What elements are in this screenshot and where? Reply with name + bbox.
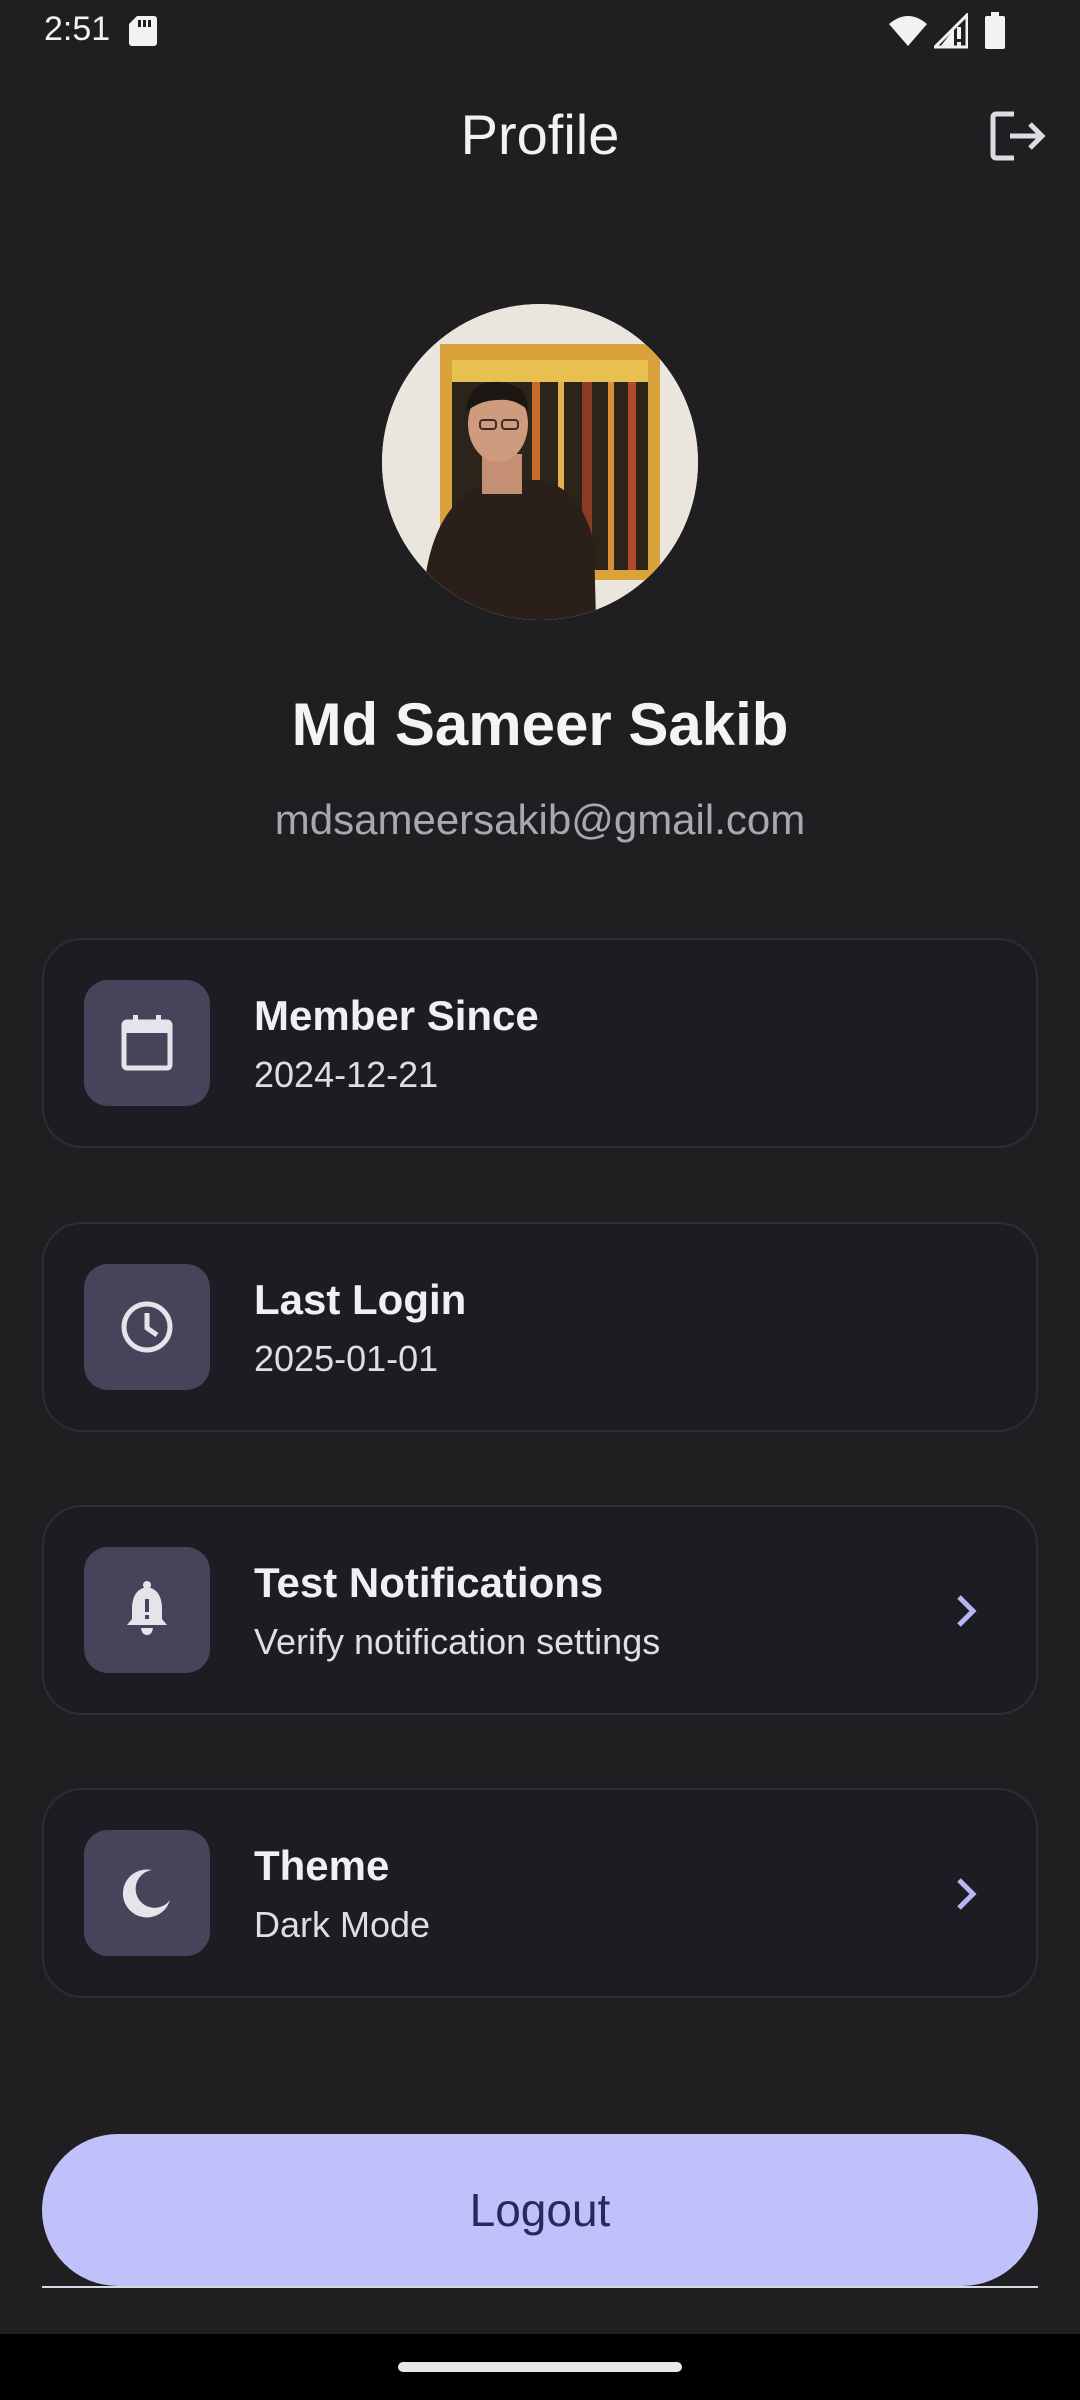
last-login-card: Last Login 2025-01-01 xyxy=(42,1222,1038,1432)
home-indicator[interactable] xyxy=(398,2362,682,2372)
card-subtitle: Dark Mode xyxy=(254,1904,431,1945)
card-title: Test Notifications xyxy=(254,1559,604,1606)
navigation-bar xyxy=(0,2334,1080,2400)
signal-icon xyxy=(934,13,968,49)
theme-card[interactable]: Theme Dark Mode xyxy=(42,1788,1038,1998)
battery-icon xyxy=(985,12,1005,49)
card-subtitle: Verify notification settings xyxy=(254,1621,661,1662)
card-icon-box xyxy=(84,1547,210,1673)
profile-screen: 2:51 Profile Md Sameer Sakib mdsameersak… xyxy=(0,0,1080,2400)
card-icon-box xyxy=(84,1264,210,1390)
clock-icon xyxy=(121,1301,173,1353)
status-bar: 2:51 xyxy=(0,0,1080,62)
avatar[interactable] xyxy=(382,304,698,620)
card-title: Last Login xyxy=(254,1276,467,1323)
logout-icon[interactable] xyxy=(988,108,1048,164)
card-title: Member Since xyxy=(254,992,539,1039)
card-icon-box xyxy=(84,1830,210,1956)
member-since-card: Member Since 2024-12-21 xyxy=(42,938,1038,1148)
divider xyxy=(42,2286,1038,2288)
page-title: Profile xyxy=(460,103,620,166)
card-title: Theme xyxy=(254,1842,390,1889)
chevron-right-icon xyxy=(957,1878,977,1910)
card-icon-box xyxy=(84,980,210,1106)
card-subtitle: 2024-12-21 xyxy=(254,1054,439,1095)
user-email: mdsameersakib@gmail.com xyxy=(274,796,806,843)
moon-icon xyxy=(122,1869,170,1918)
card-subtitle: 2025-01-01 xyxy=(254,1338,439,1379)
logout-button[interactable]: Logout xyxy=(42,2134,1038,2286)
calendar-icon xyxy=(121,1015,173,1071)
test-notifications-card[interactable]: Test Notifications Verify notification s… xyxy=(42,1505,1038,1715)
sd-card-icon xyxy=(129,16,157,46)
avatar-photo xyxy=(382,304,698,620)
bell-icon xyxy=(127,1581,167,1635)
chevron-right-icon xyxy=(957,1595,977,1627)
status-time: 2:51 xyxy=(44,10,111,48)
user-name: Md Sameer Sakib xyxy=(291,691,789,758)
wifi-icon xyxy=(889,16,927,46)
